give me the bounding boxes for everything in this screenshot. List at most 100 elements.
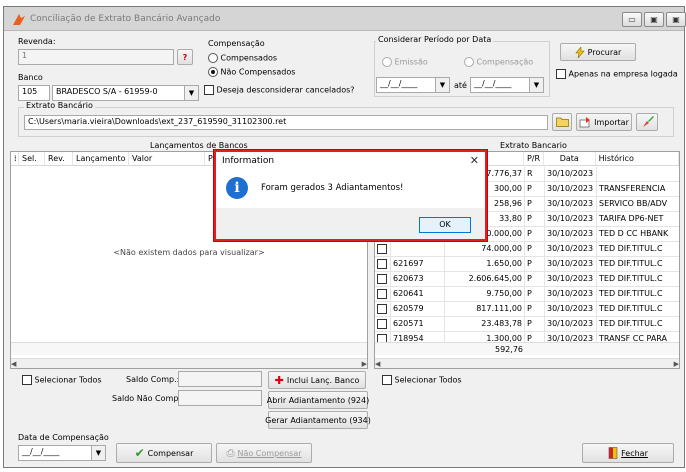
right-horizontal-scrollbar[interactable]: ◀ ▶ bbox=[375, 358, 679, 368]
left-horizontal-scrollbar[interactable]: ◀ ▶ bbox=[11, 358, 367, 368]
gerar-adiantamento-button[interactable]: Gerar Adiantamento (934) bbox=[265, 411, 371, 429]
procurar-button[interactable]: Procurar bbox=[560, 43, 636, 61]
revenda-lookup-button[interactable]: ? bbox=[177, 49, 193, 65]
right-col-historico[interactable]: Histórico bbox=[596, 152, 679, 165]
row-historico: SERVICO BB/ADV bbox=[597, 197, 679, 212]
radio-nao-compensados[interactable]: Não Compensados bbox=[208, 67, 295, 77]
radio-compensados-label: Compensados bbox=[220, 53, 278, 63]
row-document bbox=[391, 242, 445, 257]
radio-compensados-indicator[interactable] bbox=[208, 53, 218, 63]
select-all-right-box[interactable] bbox=[382, 375, 392, 385]
row-checkbox-box[interactable] bbox=[377, 288, 387, 299]
nao-compensar-button[interactable]: ⎙ Não Compensar bbox=[216, 443, 312, 463]
calendar-dropdown-icon[interactable]: ▼ bbox=[435, 78, 449, 92]
revenda-input[interactable]: 1 bbox=[18, 49, 174, 65]
extrato-label: Extrato Bancário bbox=[24, 101, 95, 110]
saldo-nao-comp-input bbox=[178, 390, 262, 406]
desconsiderar-checkbox-box[interactable] bbox=[204, 85, 214, 95]
right-grid-total: 592,76 bbox=[495, 345, 523, 354]
table-row[interactable]: 621697 1.650,00 P 30/10/2023 TED DIF.TITUL.C bbox=[375, 257, 679, 272]
extrato-path-input[interactable]: C:\Users\maria.vieira\Downloads\ext_237_… bbox=[24, 115, 548, 130]
chevron-down-icon[interactable]: ▼ bbox=[184, 86, 198, 100]
periodo-to-value: __/__/____ bbox=[474, 79, 512, 88]
left-col-rev[interactable]: Rev. bbox=[45, 152, 73, 165]
dialog-ok-button[interactable]: OK bbox=[419, 217, 471, 233]
apenas-empresa-checkbox-box[interactable] bbox=[556, 69, 566, 79]
data-compensacao-input[interactable]: __/__/____ ▼ bbox=[18, 445, 106, 461]
inclui-lanc-banco-button[interactable]: ✚ Inclui Lanç. Banco bbox=[268, 371, 366, 389]
importar-button[interactable]: Importar bbox=[576, 113, 632, 131]
maximize-button[interactable]: ▣ bbox=[644, 12, 664, 27]
radio-compensados[interactable]: Compensados bbox=[208, 53, 277, 63]
row-select-checkbox[interactable] bbox=[375, 272, 391, 287]
desconsiderar-checkbox[interactable]: Deseja desconsiderar cancelados? bbox=[204, 85, 355, 95]
table-row[interactable]: 620673 2.606.645,00 P 30/10/2023 TED DIF.TIT… bbox=[375, 272, 679, 287]
radio-nao-compensados-indicator[interactable] bbox=[208, 67, 218, 77]
scroll-left-icon[interactable]: ◀ bbox=[11, 360, 16, 368]
row-checkbox-box[interactable] bbox=[377, 243, 387, 254]
row-historico: TARIFA DP6-NET bbox=[597, 212, 679, 227]
dialog-close-icon[interactable]: ✕ bbox=[470, 154, 479, 167]
select-all-left-box[interactable] bbox=[22, 375, 32, 385]
radio-periodo-compensacao[interactable]: Compensação bbox=[464, 57, 533, 67]
close-button[interactable]: ▣ bbox=[666, 12, 686, 27]
radio-emissao-indicator[interactable] bbox=[382, 57, 392, 67]
table-row[interactable]: 74.000,00 P 30/10/2023 TED DIF.TITUL.C bbox=[375, 242, 679, 257]
table-row[interactable]: 620579 817.111,00 P 30/10/2023 TED DIF.TITUL… bbox=[375, 302, 679, 317]
row-select-checkbox[interactable] bbox=[375, 257, 391, 272]
row-select-checkbox[interactable] bbox=[375, 317, 391, 332]
right-col-data[interactable]: Data bbox=[544, 152, 596, 165]
select-all-left[interactable]: Selecionar Todos bbox=[22, 375, 102, 385]
right-grid-footer: 592,76 bbox=[375, 342, 679, 355]
row-checkbox-box[interactable] bbox=[377, 273, 387, 284]
row-pr: P bbox=[525, 197, 545, 212]
open-folder-button[interactable] bbox=[552, 113, 572, 131]
banco-label: Banco bbox=[18, 73, 43, 82]
scroll-right-icon[interactable]: ▶ bbox=[674, 360, 679, 368]
banco-select[interactable]: BRADESCO S/A - 61959-0 ▼ bbox=[52, 85, 199, 101]
row-document: 620579 bbox=[391, 302, 445, 317]
periodo-to-date[interactable]: __/__/____ ▼ bbox=[470, 77, 544, 93]
row-checkbox-box[interactable] bbox=[377, 318, 387, 329]
title-bar: Conciliação de Extrato Bancário Avançado… bbox=[4, 7, 686, 31]
calendar-dropdown-icon[interactable]: ▼ bbox=[529, 78, 543, 92]
radio-periodo-compensacao-indicator[interactable] bbox=[464, 57, 474, 67]
radio-emissao[interactable]: Emissão bbox=[382, 57, 428, 67]
row-checkbox-box[interactable] bbox=[377, 303, 387, 314]
left-col-sel[interactable]: Sel. bbox=[19, 152, 45, 165]
row-select-checkbox[interactable] bbox=[375, 287, 391, 302]
row-historico: TRANSFERENCIA bbox=[597, 182, 679, 197]
abrir-adiantamento-button[interactable]: Abrir Adiantamento (924) bbox=[267, 391, 369, 409]
clear-button[interactable] bbox=[636, 113, 658, 131]
scroll-left-icon[interactable]: ◀ bbox=[375, 360, 380, 368]
row-pr: P bbox=[525, 212, 545, 227]
row-data: 30/10/2023 bbox=[545, 302, 597, 317]
apenas-empresa-checkbox[interactable]: Apenas na empresa logada bbox=[556, 69, 678, 79]
close-icon: ▣ bbox=[672, 15, 680, 24]
plus-icon: ✚ bbox=[274, 373, 284, 387]
table-row[interactable]: 620641 9.750,00 P 30/10/2023 TED DIF.TITUL.C bbox=[375, 287, 679, 302]
row-historico bbox=[597, 167, 679, 182]
periodo-from-date[interactable]: __/__/____ ▼ bbox=[376, 77, 450, 93]
compensar-button[interactable]: ✔ Compensar bbox=[116, 443, 212, 463]
left-col-lancamento[interactable]: Lançamento bbox=[73, 152, 129, 165]
calendar-dropdown-icon[interactable]: ▼ bbox=[91, 446, 105, 460]
banco-code-input[interactable]: 105 bbox=[18, 85, 50, 101]
nao-compensar-label: Não Compensar bbox=[237, 448, 302, 458]
fechar-button[interactable]: Fechar bbox=[582, 443, 674, 463]
row-pr: P bbox=[525, 182, 545, 197]
row-historico: TED DIF.TITUL.C bbox=[597, 317, 679, 332]
fechar-label: Fechar bbox=[621, 448, 648, 458]
minimize-button[interactable]: ▭ bbox=[622, 12, 642, 27]
scroll-right-icon[interactable]: ▶ bbox=[362, 360, 367, 368]
select-all-right[interactable]: Selecionar Todos bbox=[382, 375, 462, 385]
row-data: 30/10/2023 bbox=[545, 197, 597, 212]
row-data: 30/10/2023 bbox=[545, 242, 597, 257]
left-col-valor[interactable]: Valor bbox=[129, 152, 205, 165]
right-col-pr[interactable]: P/R bbox=[524, 152, 544, 165]
desconsiderar-label: Deseja desconsiderar cancelados? bbox=[216, 85, 355, 95]
row-select-checkbox[interactable] bbox=[375, 242, 391, 257]
row-checkbox-box[interactable] bbox=[377, 258, 387, 269]
table-row[interactable]: 620571 23.483,78 P 30/10/2023 TED DIF.TITUL.… bbox=[375, 317, 679, 332]
row-select-checkbox[interactable] bbox=[375, 302, 391, 317]
